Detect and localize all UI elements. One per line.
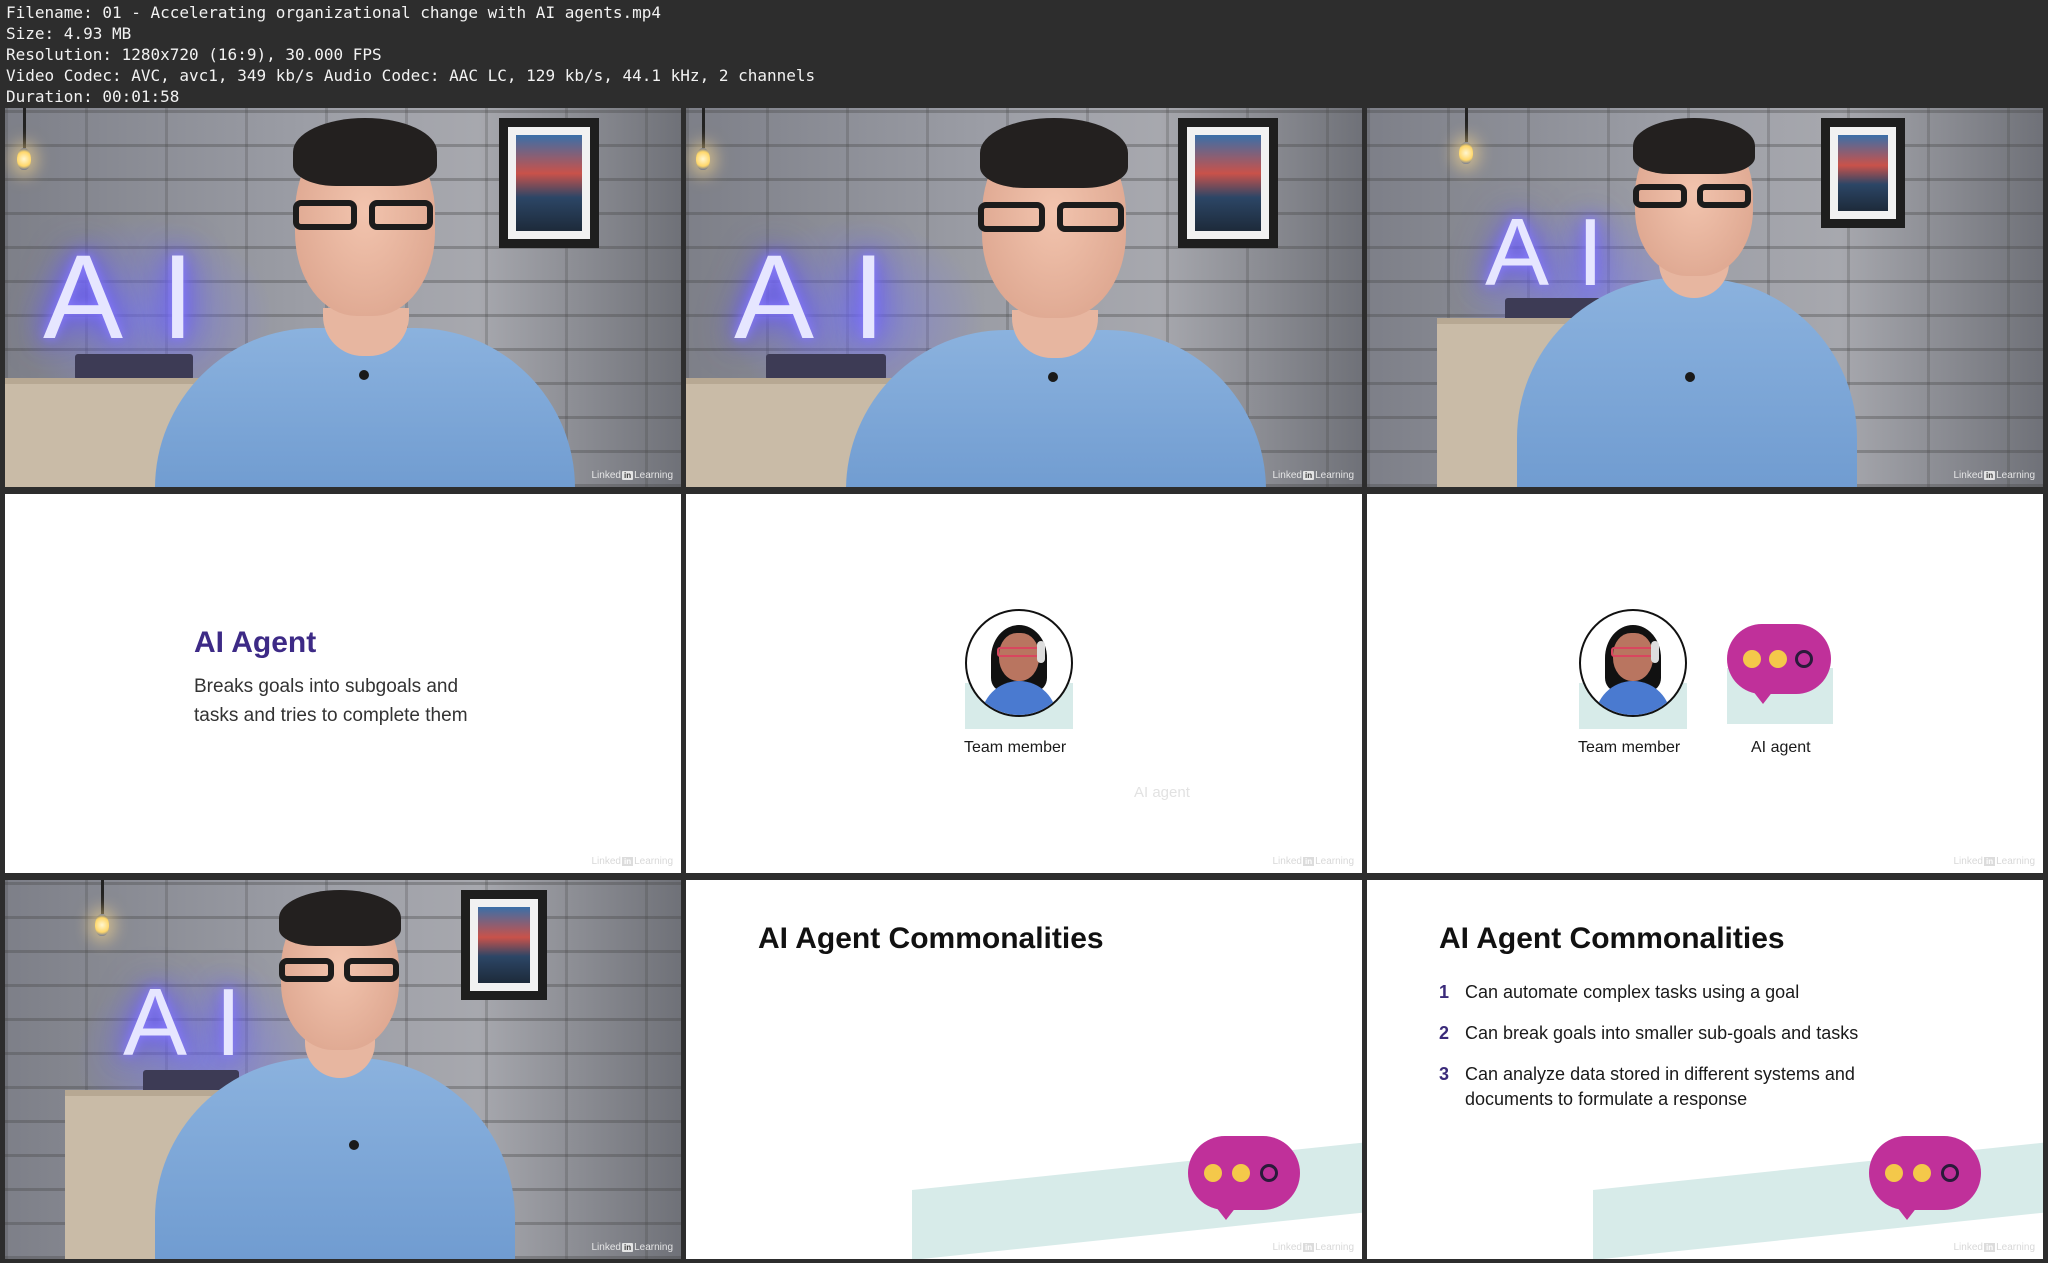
lapel-mic-icon <box>349 1140 359 1150</box>
thumbnail-9-slide-commonalities-list[interactable]: AI Agent Commonalities 1 Can automate co… <box>1367 880 2043 1259</box>
ai-agent-label: AI agent <box>1751 739 1811 756</box>
team-member-avatar <box>965 609 1073 729</box>
lapel-mic-icon <box>359 370 369 380</box>
thumbnail-2-video-frame[interactable]: AI Linked in Learning <box>686 108 1362 487</box>
list-item-number: 2 <box>1439 1023 1450 1043</box>
presenter-glasses <box>293 200 433 230</box>
linkedin-learning-watermark: Linked in Learning <box>1272 856 1355 867</box>
typing-dot-1 <box>1204 1164 1222 1182</box>
framed-poster <box>1821 118 1905 228</box>
linkedin-learning-watermark: Linked in Learning <box>1953 470 2036 481</box>
thumbnail-8-slide-commonalities-title[interactable]: AI Agent Commonalities Linked in Learning <box>686 880 1362 1259</box>
linkedin-learning-watermark: Linked in Learning <box>1953 1242 2036 1253</box>
neon-sign-text: AI <box>43 230 233 364</box>
thumbnail-6-slide-team-and-agent[interactable]: Team member AI agent Linked in Learning <box>1367 494 2043 873</box>
presenter-hair <box>980 118 1128 188</box>
file-name-text: Filename: 01 - Accelerating organization… <box>6 3 662 22</box>
file-codec-text: Video Codec: AVC, avc1, 349 kb/s Audio C… <box>6 66 816 85</box>
list-item-number: 3 <box>1439 1064 1450 1084</box>
presenter-hair <box>1633 118 1755 174</box>
light-bulb-icon <box>95 914 109 936</box>
typing-dot-1 <box>1743 650 1761 668</box>
light-bulb-icon <box>17 148 31 170</box>
linkedin-learning-watermark: Linked in Learning <box>591 1242 674 1253</box>
thumbnail-4-slide-ai-agent[interactable]: AI Agent Breaks goals into subgoals and … <box>5 494 681 873</box>
presenter-glasses <box>1633 184 1751 208</box>
light-bulb-icon <box>1459 142 1473 164</box>
linkedin-learning-watermark: Linked in Learning <box>1272 470 1355 481</box>
neon-sign-text: AI <box>123 969 270 1076</box>
neon-sign-base <box>75 354 193 380</box>
neon-sign-text: AI <box>734 230 924 364</box>
list-item-text: Can break goals into smaller sub-goals a… <box>1465 1023 1859 1043</box>
presenter-glasses <box>279 958 399 982</box>
typing-dot-2 <box>1913 1164 1931 1182</box>
file-size-text: Size: 4.93 MB <box>6 24 132 43</box>
chat-bubble-icon <box>1727 624 1831 704</box>
slide-title: AI Agent <box>194 626 317 659</box>
team-member-label: Team member <box>1578 739 1681 756</box>
slide-body-line-2: tasks and tries to complete them <box>194 705 468 726</box>
lamp-cord <box>23 108 26 148</box>
lapel-mic-icon <box>1048 372 1058 382</box>
framed-poster <box>499 118 599 248</box>
typing-dot-3 <box>1260 1164 1278 1182</box>
list-item-text: Can analyze data stored in different sys… <box>1465 1064 1855 1109</box>
typing-dot-3 <box>1795 650 1813 668</box>
linkedin-learning-watermark: Linked in Learning <box>1953 856 2036 867</box>
light-bulb-icon <box>696 148 710 170</box>
linkedin-learning-watermark: Linked in Learning <box>591 856 674 867</box>
thumbnail-7-video-frame[interactable]: AI Linked in Learning <box>5 880 681 1259</box>
presenter-hair <box>279 890 401 946</box>
thumbnail-5-slide-team-member[interactable]: Team member AI agent Linked in Learning <box>686 494 1362 873</box>
typing-dot-1 <box>1885 1164 1903 1182</box>
team-member-avatar <box>1579 609 1687 729</box>
neon-sign-base <box>766 354 886 380</box>
lamp-cord <box>702 108 705 148</box>
slide-title: AI Agent Commonalities <box>1439 922 1785 955</box>
team-member-label: Team member <box>964 739 1067 756</box>
linkedin-learning-watermark: Linked in Learning <box>591 470 674 481</box>
presenter-hair <box>293 118 437 186</box>
thumbnail-1-video-frame[interactable]: AI Linked in Learning <box>5 108 681 487</box>
slide-body: Breaks goals into subgoals and tasks and… <box>194 672 468 730</box>
typing-dot-2 <box>1769 650 1787 668</box>
file-resolution-text: Resolution: 1280x720 (16:9), 30.000 FPS <box>6 45 382 64</box>
file-info-header: Filename: 01 - Accelerating organization… <box>6 2 815 107</box>
lamp-cord <box>101 880 104 914</box>
chat-bubble-icon <box>1869 1136 1981 1220</box>
slide-body-line-1: Breaks goals into subgoals and <box>194 676 459 697</box>
linkedin-learning-watermark: Linked in Learning <box>1272 1242 1355 1253</box>
list-item-number: 1 <box>1439 982 1450 1002</box>
lapel-mic-icon <box>1685 372 1695 382</box>
thumbnail-3-video-frame[interactable]: AI Linked in Learning <box>1367 108 2043 487</box>
ai-agent-bubble-group <box>1725 624 1835 734</box>
framed-poster <box>461 890 547 1000</box>
file-duration-text: Duration: 00:01:58 <box>6 87 180 106</box>
typing-dot-2 <box>1232 1164 1250 1182</box>
typing-dot-3 <box>1941 1164 1959 1182</box>
presenter-glasses <box>978 202 1124 232</box>
list-item-text: Can automate complex tasks using a goal <box>1465 982 1800 1002</box>
lamp-cord <box>1465 108 1468 142</box>
slide-title: AI Agent Commonalities <box>758 922 1104 955</box>
chat-bubble-icon <box>1188 1136 1300 1220</box>
thumbnail-grid: AI Linked in Learning AI Linked in Learning <box>5 108 2043 1259</box>
framed-poster <box>1178 118 1278 248</box>
ai-agent-ghost-label: AI agent <box>1134 784 1190 801</box>
